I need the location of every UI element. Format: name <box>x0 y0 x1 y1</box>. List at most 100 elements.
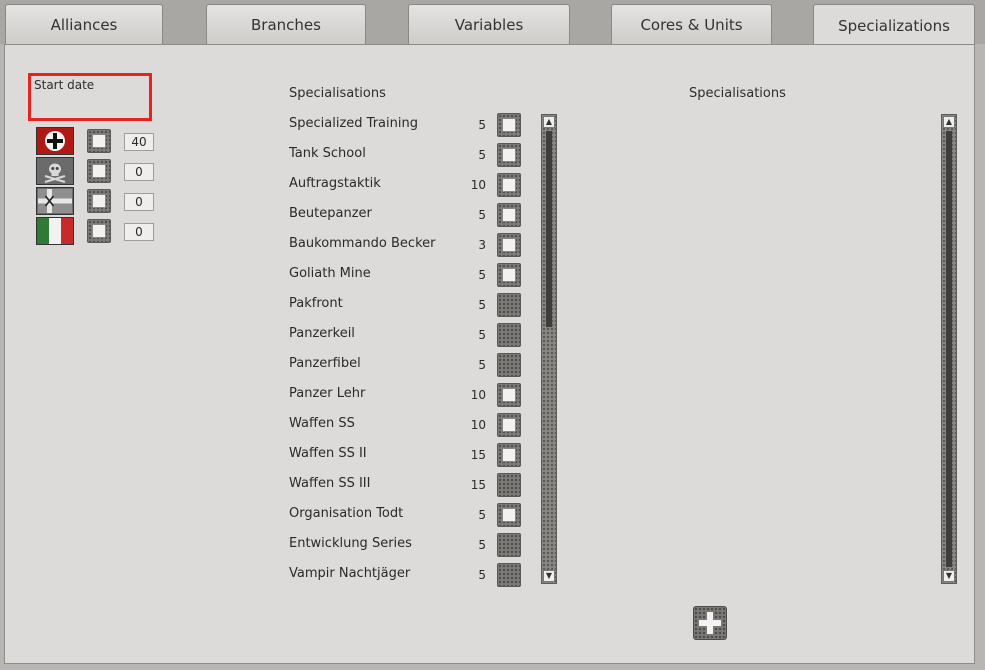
specialisation-cost: 10 <box>470 418 486 432</box>
specialisation-cost: 5 <box>478 508 486 522</box>
specialisation-cost: 5 <box>478 358 486 372</box>
specialisation-checkbox[interactable] <box>497 443 521 467</box>
specialisation-name: Goliath Mine <box>289 266 371 281</box>
specialisation-cost: 5 <box>478 118 486 132</box>
tab-label: Variables <box>454 15 524 34</box>
tab-variables[interactable]: Variables <box>408 4 570 44</box>
specialisation-name: Pakfront <box>289 296 343 311</box>
faction-checkbox[interactable] <box>87 129 111 153</box>
scrollbar[interactable]: ▲ ▼ <box>541 114 557 584</box>
specialisation-checkbox[interactable] <box>497 233 521 257</box>
specialisations-heading: Specialisations <box>289 86 386 101</box>
checkbox-box <box>502 448 516 462</box>
specialisation-checkbox[interactable] <box>497 323 521 347</box>
specialisation-name: Specialized Training <box>289 116 418 131</box>
scroll-down-arrow-icon[interactable]: ▼ <box>543 570 555 582</box>
checkbox-box <box>92 164 106 178</box>
specialisation-checkbox[interactable] <box>497 113 521 137</box>
checkbox-box <box>92 134 106 148</box>
specialisation-checkbox[interactable] <box>497 533 521 557</box>
specialisation-cost: 5 <box>478 298 486 312</box>
faction-value[interactable]: 0 <box>124 163 154 181</box>
tab-specializations[interactable]: Specializations <box>813 4 975 46</box>
specialisation-name: Baukommando Becker <box>289 236 436 251</box>
tab-cores-units[interactable]: Cores & Units <box>611 4 772 44</box>
specialisation-checkbox[interactable] <box>497 353 521 377</box>
tab-label: Cores & Units <box>640 15 743 34</box>
checkbox-box <box>502 238 516 252</box>
specialisation-cost: 5 <box>478 268 486 282</box>
specialisation-checkbox[interactable] <box>497 473 521 497</box>
skull-icon-graphic <box>44 163 66 183</box>
specialisation-cost: 15 <box>470 478 486 492</box>
specialisation-name: Entwicklung Series <box>289 536 412 551</box>
faction-value[interactable]: 40 <box>124 133 154 151</box>
specialisation-name: Panzer Lehr <box>289 386 366 401</box>
specialisation-name: Organisation Todt <box>289 506 404 521</box>
specialisation-name: Waffen SS III <box>289 476 371 491</box>
checkbox-box <box>502 508 516 522</box>
finland-flag-icon[interactable] <box>36 187 74 215</box>
specialisation-name: Panzerkeil <box>289 326 355 341</box>
plus-icon <box>699 612 721 634</box>
specialisation-cost: 5 <box>478 538 486 552</box>
tab-label: Specializations <box>838 16 950 35</box>
faction-value[interactable]: 0 <box>124 223 154 241</box>
checkbox-box <box>502 268 516 282</box>
finland-flag-icon-graphic <box>38 189 72 213</box>
specialisation-name: Auftragstaktik <box>289 176 381 191</box>
scroll-thumb[interactable] <box>546 131 552 327</box>
italy-flag-icon[interactable] <box>36 217 74 245</box>
iron-cross-icon-graphic <box>45 131 65 151</box>
specialisation-cost: 5 <box>478 328 486 342</box>
tab-label: Branches <box>251 15 321 34</box>
scroll-down-arrow-icon[interactable]: ▼ <box>943 570 955 582</box>
specialisation-cost: 10 <box>470 178 486 192</box>
checkbox-box <box>502 208 516 222</box>
add-specialisation-button[interactable] <box>693 606 727 640</box>
assigned-specialisations-heading: Specialisations <box>689 86 786 101</box>
specialisation-checkbox[interactable] <box>497 293 521 317</box>
specialisation-cost: 15 <box>470 448 486 462</box>
checkbox-box <box>502 148 516 162</box>
tab-branches[interactable]: Branches <box>206 4 366 44</box>
faction-checkbox[interactable] <box>87 219 111 243</box>
specialisation-checkbox[interactable] <box>497 263 521 287</box>
specialisation-checkbox[interactable] <box>497 563 521 587</box>
specialisation-cost: 5 <box>478 208 486 222</box>
checkbox-box <box>92 224 106 238</box>
iron-cross-icon[interactable] <box>36 127 74 155</box>
specialisation-checkbox[interactable] <box>497 383 521 407</box>
scroll-up-arrow-icon[interactable]: ▲ <box>943 116 955 128</box>
faction-checkbox[interactable] <box>87 189 111 213</box>
faction-value[interactable]: 0 <box>124 193 154 211</box>
tab-bar: Alliances Branches Variables Cores & Uni… <box>0 0 985 46</box>
specialisation-name: Panzerfibel <box>289 356 361 371</box>
highlight-box <box>28 73 152 121</box>
specialisation-cost: 10 <box>470 388 486 402</box>
specialisation-checkbox[interactable] <box>497 413 521 437</box>
checkbox-box <box>92 194 106 208</box>
faction-checkbox[interactable] <box>87 159 111 183</box>
specialisation-name: Waffen SS II <box>289 446 367 461</box>
checkbox-box <box>502 388 516 402</box>
scroll-thumb[interactable] <box>946 131 952 567</box>
specialisation-cost: 5 <box>478 568 486 582</box>
specialisation-checkbox[interactable] <box>497 143 521 167</box>
specialisation-checkbox[interactable] <box>497 173 521 197</box>
checkbox-box <box>502 418 516 432</box>
skull-icon[interactable] <box>36 157 74 185</box>
specialisation-cost: 5 <box>478 148 486 162</box>
checkbox-box <box>502 118 516 132</box>
checkbox-box <box>502 178 516 192</box>
specialisation-checkbox[interactable] <box>497 203 521 227</box>
scroll-up-arrow-icon[interactable]: ▲ <box>543 116 555 128</box>
scrollbar[interactable]: ▲ ▼ <box>941 114 957 584</box>
specialisation-name: Tank School <box>289 146 366 161</box>
specialisation-name: Beutepanzer <box>289 206 372 221</box>
tab-label: Alliances <box>50 15 118 34</box>
specialisation-cost: 3 <box>478 238 486 252</box>
specialisation-name: Vampir Nachtjäger <box>289 566 411 581</box>
specialisation-checkbox[interactable] <box>497 503 521 527</box>
tab-alliances[interactable]: Alliances <box>5 4 163 44</box>
